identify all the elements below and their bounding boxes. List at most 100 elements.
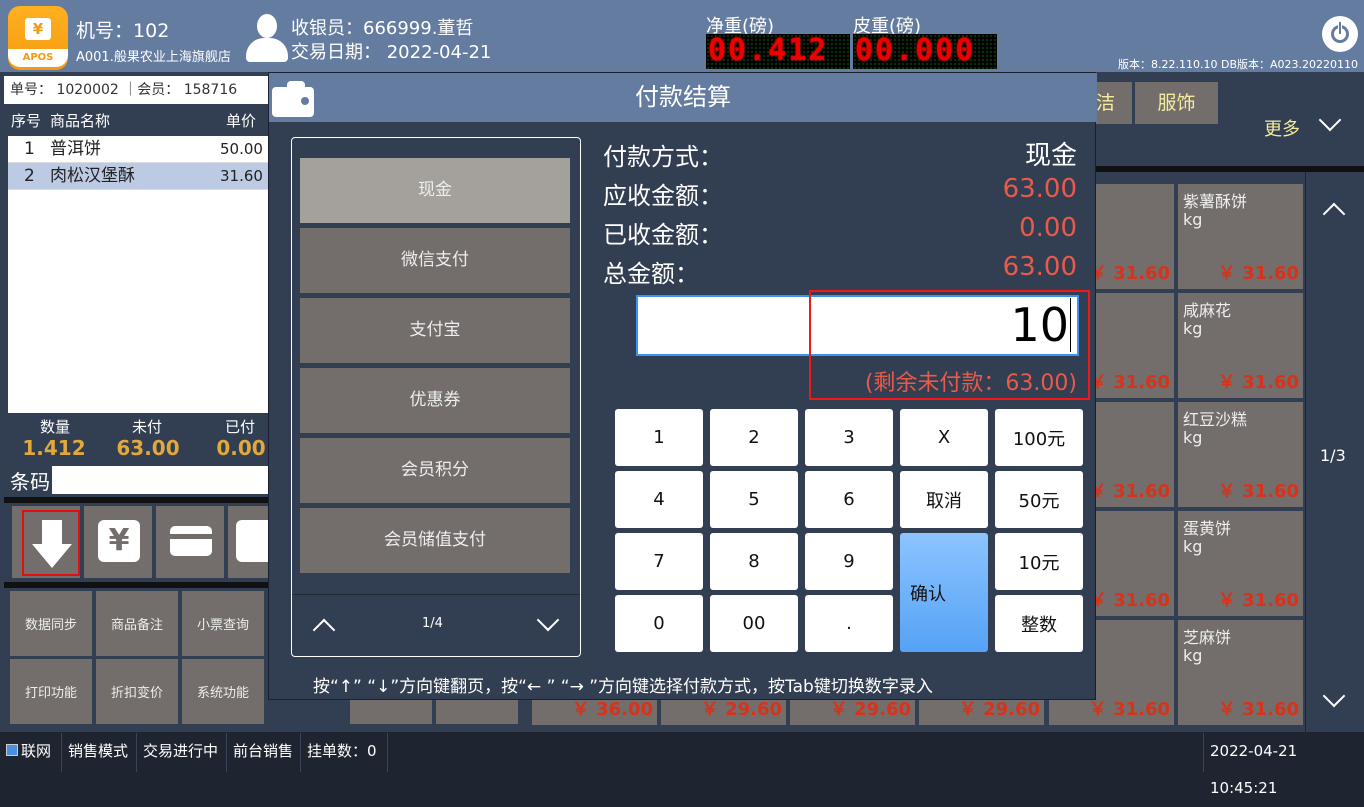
product-unit: kg bbox=[1183, 537, 1203, 556]
product-tile[interactable]: 蛋黄饼 kg ￥ 31.60 bbox=[1178, 511, 1303, 616]
payment-method-list: 现金 微信支付 支付宝 优惠券 会员积分 会员储值支付 1/4 bbox=[291, 137, 581, 657]
row-price: 50.00 bbox=[220, 140, 263, 158]
status-bar: 联网 销售模式 交易进行中 前台销售 挂单数：0 2022-04-21 10:4… bbox=[0, 733, 1364, 797]
product-name: 芝麻饼 bbox=[1183, 628, 1232, 647]
cash-out-button[interactable] bbox=[12, 506, 80, 578]
payment-method-1[interactable]: 微信支付 bbox=[300, 228, 570, 293]
net-weight-display: 00.412 bbox=[706, 34, 850, 69]
pay-method-label: 付款方式： bbox=[603, 143, 723, 171]
network-label: 联网 bbox=[21, 742, 52, 760]
key-backspace[interactable]: X bbox=[900, 409, 988, 466]
card-button[interactable] bbox=[156, 506, 224, 578]
table-row-selected[interactable]: 2 肉松汉堡酥 31.60 bbox=[8, 163, 270, 190]
machine-value: 102 bbox=[133, 20, 170, 42]
received-label: 已收金额： bbox=[603, 221, 723, 249]
qty-value: 1.412 bbox=[22, 436, 86, 460]
row-name: 肉松汉堡酥 bbox=[50, 166, 135, 186]
more-categories-button[interactable]: 更多 bbox=[1264, 115, 1300, 141]
user-icon bbox=[246, 14, 288, 62]
key-8[interactable]: 8 bbox=[710, 533, 798, 590]
product-note-button[interactable]: 商品备注 bbox=[96, 591, 178, 656]
receipt-query-button[interactable]: 小票查询 bbox=[182, 591, 264, 656]
key-100元[interactable]: 100元 bbox=[995, 409, 1083, 466]
payment-method-4[interactable]: 会员积分 bbox=[300, 438, 570, 503]
key-7[interactable]: 7 bbox=[615, 533, 703, 590]
power-icon[interactable] bbox=[1322, 16, 1358, 52]
receivable-label: 应收金额： bbox=[603, 182, 723, 210]
product-price: ￥ 31.60 bbox=[1088, 263, 1170, 284]
product-price: ￥ 31.60 bbox=[1217, 263, 1299, 284]
sales-mode: 销售模式 bbox=[62, 733, 137, 772]
payment-method-5[interactable]: 会员储值支付 bbox=[300, 508, 570, 573]
key-round[interactable]: 整数 bbox=[995, 595, 1083, 652]
key-.[interactable]: . bbox=[805, 595, 893, 652]
payment-dialog: 付款结算 现金 微信支付 支付宝 优惠券 会员积分 会员储值支付 1/4 付款方式： 现金… bbox=[268, 72, 1097, 700]
product-tile[interactable]: 咸麻花 kg ￥ 31.60 bbox=[1178, 293, 1303, 398]
barcode-label: 条码 bbox=[10, 470, 50, 494]
product-tile[interactable]: 红豆沙糕 kg ￥ 31.60 bbox=[1178, 402, 1303, 507]
system-button[interactable]: 系统功能 bbox=[182, 659, 264, 724]
dialog-title: 付款结算 bbox=[635, 83, 731, 111]
key-3[interactable]: 3 bbox=[805, 409, 893, 466]
product-name: 咸麻花 bbox=[1183, 301, 1232, 320]
datetime: 2022-04-21 10:45:21 bbox=[1203, 733, 1364, 797]
product-price: ￥ 31.60 bbox=[1088, 481, 1170, 502]
product-unit: kg bbox=[1183, 428, 1203, 447]
key-0[interactable]: 0 bbox=[615, 595, 703, 652]
table-row[interactable]: 1 普洱饼 50.00 bbox=[8, 136, 270, 163]
product-page-indicator: 1/3 bbox=[1320, 446, 1346, 465]
product-unit: kg bbox=[1183, 210, 1203, 229]
order-info: 单号： 1020002 ｜会员： 158716 bbox=[4, 76, 274, 104]
payment-method-2[interactable]: 支付宝 bbox=[300, 298, 570, 363]
key-1[interactable]: 1 bbox=[615, 409, 703, 466]
key-confirm[interactable]: 确认 bbox=[900, 533, 988, 652]
machine-label: 机号： bbox=[76, 20, 134, 42]
product-price: ￥ 31.60 bbox=[1088, 590, 1170, 611]
category-tab-clothing[interactable]: 服饰 bbox=[1135, 82, 1218, 124]
unpaid-label: 未付 bbox=[131, 418, 162, 436]
key-9[interactable]: 9 bbox=[805, 533, 893, 590]
cash-button[interactable]: ¥ bbox=[84, 506, 152, 578]
product-price: ￥ 31.60 bbox=[1217, 372, 1299, 393]
trade-status: 交易进行中 bbox=[137, 733, 227, 772]
product-unit: kg bbox=[1183, 319, 1203, 338]
key-2[interactable]: 2 bbox=[710, 409, 798, 466]
key-5[interactable]: 5 bbox=[710, 471, 798, 528]
product-unit: kg bbox=[1183, 646, 1203, 665]
payment-method-0[interactable]: 现金 bbox=[300, 158, 570, 223]
key-10元[interactable]: 10元 bbox=[995, 533, 1083, 590]
key-50元[interactable]: 50元 bbox=[995, 471, 1083, 528]
order-list[interactable]: 1 普洱饼 50.00 2 肉松汉堡酥 31.60 bbox=[8, 136, 270, 413]
card-icon bbox=[170, 526, 212, 556]
product-price: ￥ 31.60 bbox=[1217, 699, 1299, 720]
dialog-title-bar: 付款结算 bbox=[269, 73, 1097, 122]
key-cancel[interactable]: 取消 bbox=[900, 471, 988, 528]
trade-date-label: 交易日期： bbox=[291, 42, 381, 63]
version-info: 版本：8.22.110.10 DB版本：A023.20220110 bbox=[1118, 58, 1358, 71]
key-4[interactable]: 4 bbox=[615, 471, 703, 528]
payment-method-3[interactable]: 优惠券 bbox=[300, 368, 570, 433]
product-tile[interactable]: 芝麻饼 kg ￥ 31.60 bbox=[1178, 620, 1303, 725]
total-value: 63.00 bbox=[1002, 252, 1077, 282]
chevron-up-icon[interactable] bbox=[312, 618, 336, 642]
method-page-indicator: 1/4 bbox=[422, 616, 443, 631]
qty-label: 数量 bbox=[39, 418, 70, 436]
product-price: ￥ 31.60 bbox=[1217, 481, 1299, 502]
yen-icon: ¥ bbox=[98, 520, 140, 562]
key-6[interactable]: 6 bbox=[805, 471, 893, 528]
network-icon bbox=[6, 744, 18, 756]
header-bar: ¥ APOS 机号：102 A001.般果农业上海旗舰店 收银员：666999.董… bbox=[0, 0, 1364, 72]
product-tile[interactable]: 紫薯酥饼 kg ￥ 31.60 bbox=[1178, 184, 1303, 289]
chevron-down-icon[interactable] bbox=[536, 608, 560, 632]
print-button[interactable]: 打印功能 bbox=[10, 659, 92, 724]
divider bbox=[1305, 172, 1306, 732]
paid-value: 0.00 bbox=[216, 436, 266, 460]
barcode-input[interactable] bbox=[52, 466, 272, 494]
discount-button[interactable]: 折扣变价 bbox=[96, 659, 178, 724]
remaining-unpaid: (剩余未付款：63.00) bbox=[864, 371, 1077, 396]
data-sync-button[interactable]: 数据同步 bbox=[10, 591, 92, 656]
keyboard-hint: 按“↑” “↓”方向键翻页，按“← ” “→ ”方向键选择付款方式，按Tab键切… bbox=[313, 677, 933, 697]
key-00[interactable]: 00 bbox=[710, 595, 798, 652]
row-name: 普洱饼 bbox=[50, 139, 101, 159]
row-no: 2 bbox=[24, 166, 35, 186]
